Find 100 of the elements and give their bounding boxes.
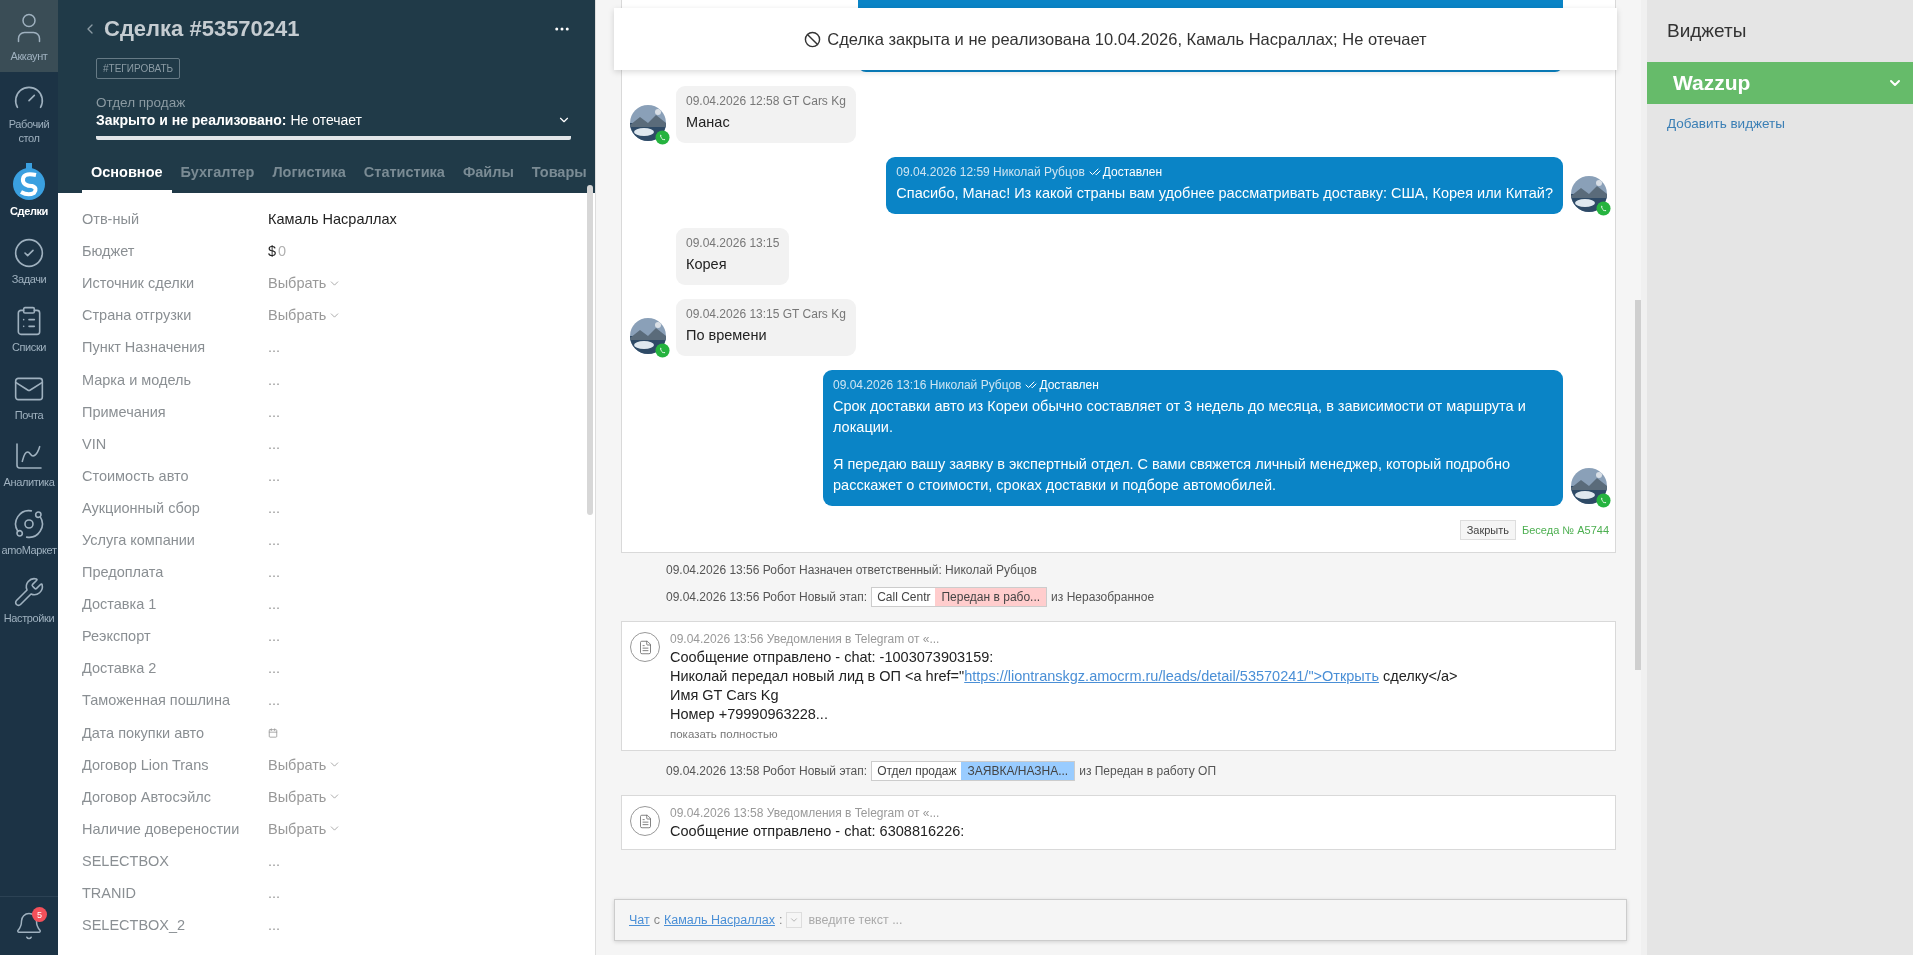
stage-tag: ЗАЯВКА/НАЗНА... xyxy=(961,762,1075,781)
field-label: Договор Автосэйлс xyxy=(82,788,212,805)
field-label: Дата покупки авто xyxy=(82,724,206,741)
field-value[interactable]: ... xyxy=(268,628,281,645)
tab[interactable]: Статистика xyxy=(354,158,454,193)
field-value[interactable]: ... xyxy=(268,403,281,420)
note-line: Сообщение отправлено - chat: -1003073903159: xyxy=(670,649,995,666)
field-value[interactable]: ... xyxy=(268,339,281,356)
nav-item[interactable]: Аналитика xyxy=(0,430,58,498)
field-label: Бюджет xyxy=(82,243,136,260)
link[interactable]: https://liontranskgz.amocrm.ru/leads/detail/53570241/">Открыть xyxy=(964,668,1379,685)
note-line: Николай передал новый лид в ОП <a href="https://liontranskgz.amocrm.ru/leads/detail/53570241/">Открыть сделку</a> xyxy=(670,668,1458,685)
nav-item[interactable]: Рабочий стол xyxy=(0,71,58,154)
double-check-icon xyxy=(1088,166,1101,178)
field-value[interactable]: ... xyxy=(268,852,281,869)
field-value[interactable]: ... xyxy=(268,692,281,709)
message-input[interactable]: введите текст ... xyxy=(806,912,1626,928)
bell-icon[interactable] xyxy=(14,911,44,941)
field-label: Примечания xyxy=(82,403,167,420)
composer-text: : xyxy=(778,913,783,927)
circles-icon xyxy=(13,508,45,540)
field-label: Реэкспорт xyxy=(82,628,152,645)
whatsapp-icon xyxy=(655,343,670,359)
pipeline-name: Отдел продаж xyxy=(96,95,187,110)
show-more-link[interactable]: показать полностью xyxy=(670,728,1458,741)
chat-link[interactable]: Чат xyxy=(629,913,650,927)
widget-bar[interactable]: Wazzup xyxy=(1647,62,1913,104)
nav-item[interactable]: Сделки xyxy=(0,153,58,227)
wrench-icon xyxy=(13,575,45,608)
chat-composer[interactable]: Чат с Камаль Насраллах : введите текст ... xyxy=(614,899,1627,941)
field-label: Доставка 2 xyxy=(82,660,158,677)
nav-item[interactable]: Задачи xyxy=(0,227,58,295)
add-widgets-link[interactable]: Добавить виджеты xyxy=(1647,104,1913,143)
note-header: 09.04.2026 13:58 Уведомления в Telegram от «... xyxy=(670,806,941,821)
notification-badge: 5 xyxy=(32,907,47,922)
pipeline-tag: Отдел продаж xyxy=(872,762,962,781)
message-meta: 09.04.2026 13:15 xyxy=(686,236,780,251)
field-value[interactable]: ... xyxy=(268,564,281,581)
select-dropdown[interactable]: Выбрать xyxy=(268,820,342,837)
tab[interactable]: Основное xyxy=(82,158,172,193)
event-text: из Передан в работу ОП xyxy=(1079,764,1216,779)
message-meta: 09.04.2026 12:59 Николай Рубцов xyxy=(896,165,1085,179)
message-text: По времени xyxy=(686,326,768,346)
field-value[interactable]: ... xyxy=(268,499,281,516)
message-text: Манас xyxy=(686,113,731,132)
nav-item[interactable]: amoМаркет xyxy=(0,498,58,566)
field-label: Отв-ный xyxy=(82,211,140,228)
field-value[interactable]: ... xyxy=(268,467,281,484)
status-select[interactable]: Закрыто и не реализовано: Не отечает xyxy=(96,112,571,140)
field-label: Марка и модель xyxy=(82,371,193,388)
note-line: Номер +79990963228... xyxy=(670,706,829,723)
tab[interactable]: Товары xyxy=(522,158,596,193)
nav-item[interactable]: Аккаунт xyxy=(0,0,58,72)
message-text: Срок доставки авто из Кореи обычно составляет от 3 недель до месяца, в зависимости от маршрута и локации. xyxy=(833,397,1527,438)
nav-item[interactable]: Настройки xyxy=(0,565,58,634)
field-label: Таможенная пошлина xyxy=(82,692,232,709)
widgets-title: Виджеты xyxy=(1666,19,1748,43)
pipeline-tag: Call Centr xyxy=(872,588,936,607)
dollar-logo-icon xyxy=(12,163,46,202)
field-value[interactable]: ... xyxy=(268,660,281,677)
tag-button[interactable]: #ТЕГИРОВАТЬ xyxy=(96,58,181,79)
calendar-icon[interactable] xyxy=(268,727,278,738)
budget-value[interactable]: $0 xyxy=(268,243,287,260)
deal-title: Сделка #53570241 xyxy=(104,16,301,42)
banner-text: Сделка закрыта и не реализована 10.04.2026, Камаль Насраллах; Не отечает xyxy=(827,29,1427,49)
field-value[interactable]: ... xyxy=(268,371,281,388)
note-header: 09.04.2026 13:56 Уведомления в Telegram от «... xyxy=(670,632,941,647)
check-circle-icon xyxy=(13,237,45,269)
message-text: Корея xyxy=(686,255,728,275)
field-label: Договор Lion Trans xyxy=(82,756,210,773)
select-dropdown[interactable]: Выбрать xyxy=(268,275,342,292)
nav-item[interactable]: Почта xyxy=(0,362,58,431)
message-text: Спасибо, Манас! Из какой страны вам удобнее рассматривать доставку: США, Корея или Китай? xyxy=(896,184,1553,203)
close-button[interactable]: Закрыть xyxy=(1459,520,1517,541)
field-value[interactable]: ... xyxy=(268,596,281,613)
ban-icon xyxy=(804,30,822,48)
field-label: Предоплата xyxy=(82,564,165,581)
tab[interactable]: Бухгалтер xyxy=(171,158,264,193)
contact-link[interactable]: Камаль Насраллах xyxy=(664,913,775,927)
select-dropdown[interactable]: Выбрать xyxy=(268,307,342,324)
tab[interactable]: Файлы xyxy=(453,158,523,193)
field-value[interactable]: ... xyxy=(268,885,281,901)
field-value[interactable]: ... xyxy=(268,532,281,548)
note-line: Имя GT Cars Kg xyxy=(670,687,780,704)
note-line: Сообщение отправлено - chat: 6308816226: xyxy=(670,823,965,840)
delivery-status: Доставлен xyxy=(1039,378,1099,393)
field-value[interactable]: Камаль Насраллах xyxy=(268,211,397,228)
field-value[interactable]: ... xyxy=(268,435,281,452)
field-label: Страна отгрузки xyxy=(82,307,193,324)
nav-item[interactable]: Списки xyxy=(0,294,58,363)
select-dropdown[interactable]: Выбрать xyxy=(268,788,342,805)
message-meta: 09.04.2026 13:15 GT Cars Kg xyxy=(686,307,846,322)
tab[interactable]: Логистика xyxy=(263,158,355,193)
conversation-number: Беседа № A5744 xyxy=(1522,524,1609,537)
select-dropdown[interactable]: Выбрать xyxy=(268,756,342,773)
field-value[interactable]: ... xyxy=(268,917,281,934)
delivery-status: Доставлен xyxy=(1102,165,1163,179)
event-text: 09.04.2026 13:56 Робот Назначен ответственный: Николай Рубцов xyxy=(666,563,1037,578)
field-label: Доставка 1 xyxy=(82,596,158,613)
field-label: SELECTBOX_2 xyxy=(82,917,187,934)
